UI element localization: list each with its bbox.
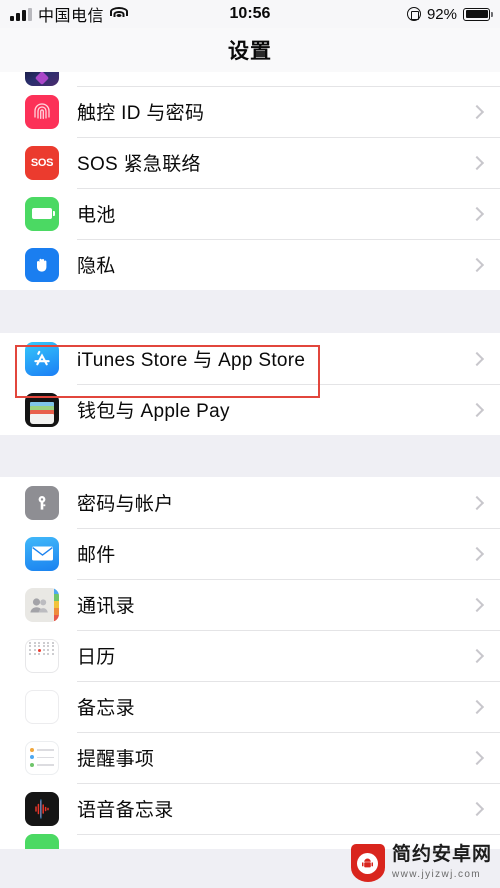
- settings-group-store: iTunes Store 与 App Store 钱包与 Apple Pay: [0, 333, 500, 435]
- chevron-right-icon: [469, 351, 485, 366]
- rotation-lock-icon: [406, 7, 421, 21]
- chevron-right-icon: [469, 155, 485, 170]
- chevron-right-icon: [469, 597, 485, 612]
- battery-icon: [463, 7, 493, 21]
- status-bar-right: 92%: [406, 5, 493, 23]
- touch-id-icon: [25, 94, 59, 129]
- settings-group-security: 触控 ID 与密码 SOS SOS 紧急联络 电池 隐私: [0, 72, 500, 290]
- chevron-right-icon: [469, 495, 485, 510]
- settings-row-label: 提醒事项: [77, 749, 155, 770]
- chevron-right-icon: [469, 648, 485, 663]
- settings-row-label: 语音备忘录: [77, 800, 174, 821]
- battery-percent-label: 92%: [426, 5, 457, 23]
- watermark: 简约安卓网 www.jyizwj.com: [350, 843, 492, 882]
- voice-memos-icon: [25, 791, 59, 826]
- signal-bars-icon: [10, 7, 32, 21]
- settings-group-apps: 密码与帐户 邮件 通讯录 日历 备忘录 提醒事项 语音备忘录: [0, 477, 500, 849]
- settings-row-voice-memos[interactable]: 语音备忘录: [0, 783, 500, 834]
- watermark-url: www.jyizwj.com: [391, 868, 482, 880]
- face-id-icon: [25, 72, 59, 86]
- settings-row-label: iTunes Store 与 App Store: [77, 350, 306, 371]
- reminders-icon: [25, 740, 59, 775]
- mail-envelope-icon: [25, 536, 59, 571]
- chevron-right-icon: [469, 750, 485, 765]
- settings-row-face-id-partial[interactable]: [0, 72, 500, 86]
- app-store-icon: [25, 341, 59, 376]
- status-bar: 中国电信 10:56 92%: [0, 0, 500, 28]
- settings-row-label: 日历: [77, 647, 116, 668]
- settings-row-label: 备忘录: [77, 698, 135, 719]
- group-separator-gap: [0, 435, 500, 477]
- settings-row-wallet-apple-pay[interactable]: 钱包与 Apple Pay: [0, 384, 500, 435]
- wallet-icon: [25, 392, 59, 427]
- chevron-right-icon: [469, 402, 485, 417]
- settings-row-label: 通讯录: [77, 596, 135, 617]
- android-shield-logo-icon: [350, 844, 385, 882]
- iphone-settings-screen: 中国电信 10:56 92% 设置 触控 ID 与密码 SOS SOS 紧急联络…: [0, 0, 500, 888]
- watermark-text: 简约安卓网 www.jyizwj.com: [391, 843, 492, 882]
- settings-row-reminders[interactable]: 提醒事项: [0, 732, 500, 783]
- watermark-title: 简约安卓网: [391, 843, 492, 865]
- settings-row-label: 密码与帐户: [77, 494, 174, 515]
- chevron-right-icon: [469, 206, 485, 221]
- status-bar-left: 中国电信: [10, 2, 129, 26]
- settings-row-notes[interactable]: 备忘录: [0, 681, 500, 732]
- group-separator-gap: [0, 290, 500, 333]
- settings-row-battery[interactable]: 电池: [0, 188, 500, 239]
- page-title: 设置: [228, 40, 272, 63]
- settings-row-privacy[interactable]: 隐私: [0, 239, 500, 290]
- notes-icon: [25, 689, 59, 724]
- chevron-right-icon: [469, 546, 485, 561]
- settings-row-label: SOS 紧急联络: [77, 154, 201, 175]
- settings-row-touch-id[interactable]: 触控 ID 与密码: [0, 86, 500, 137]
- calendar-icon: [25, 638, 59, 673]
- settings-row-sos[interactable]: SOS SOS 紧急联络: [0, 137, 500, 188]
- navigation-bar: 设置: [0, 28, 500, 72]
- settings-row-passwords-accounts[interactable]: 密码与帐户: [0, 477, 500, 528]
- settings-list-scroll[interactable]: 触控 ID 与密码 SOS SOS 紧急联络 电池 隐私 iTunes Stor…: [0, 72, 500, 888]
- chevron-right-icon: [469, 257, 485, 272]
- privacy-hand-icon: [25, 247, 59, 282]
- settings-row-calendar[interactable]: 日历: [0, 630, 500, 681]
- settings-row-mail[interactable]: 邮件: [0, 528, 500, 579]
- chevron-right-icon: [469, 104, 485, 119]
- settings-row-contacts[interactable]: 通讯录: [0, 579, 500, 630]
- chevron-right-icon: [469, 801, 485, 816]
- chevron-right-icon: [469, 699, 485, 714]
- sos-icon: SOS: [25, 145, 59, 180]
- contacts-tabs-icon: [54, 587, 59, 622]
- carrier-label: 中国电信: [38, 8, 105, 25]
- passwords-key-icon: [25, 485, 59, 520]
- settings-row-label: 电池: [77, 205, 116, 226]
- phone-green-icon: [25, 834, 59, 849]
- settings-row-label: 钱包与 Apple Pay: [77, 401, 230, 422]
- battery-settings-icon: [25, 196, 59, 231]
- contacts-icon: [25, 587, 59, 622]
- settings-row-itunes-app-store[interactable]: iTunes Store 与 App Store: [0, 333, 500, 384]
- wifi-icon: [110, 7, 129, 21]
- settings-row-label: 隐私: [77, 256, 116, 277]
- settings-row-label: 触控 ID 与密码: [77, 103, 205, 124]
- settings-row-label: 邮件: [77, 545, 116, 566]
